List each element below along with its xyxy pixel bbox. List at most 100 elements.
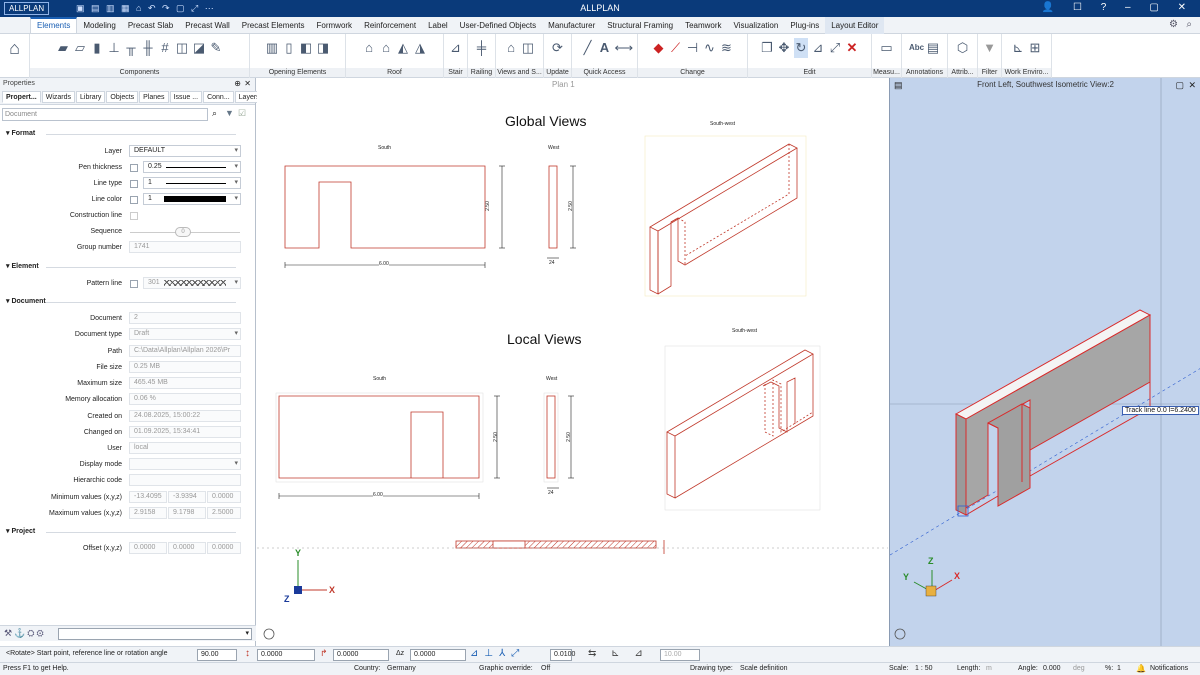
niche-icon[interactable]: ◧: [299, 38, 313, 58]
railing-icon[interactable]: ╪: [475, 38, 489, 58]
rotation-angle-input[interactable]: 90.00: [197, 649, 237, 661]
copy-icon[interactable]: ❐: [760, 38, 774, 58]
tab-visualization[interactable]: Visualization: [728, 17, 785, 34]
track-icons[interactable]: ⇆ ⊾ ⊿: [588, 648, 649, 659]
tab-reinforcement[interactable]: Reinforcement: [358, 17, 422, 34]
bell-icon[interactable]: 🔔: [1136, 663, 1146, 675]
building-icon[interactable]: ⌂: [8, 38, 22, 58]
column-icon[interactable]: ▮: [90, 38, 104, 58]
grid-icon[interactable]: #: [158, 38, 172, 58]
object-filter-input[interactable]: Document: [2, 108, 208, 121]
drawing-svg[interactable]: [257, 78, 888, 646]
tab-properties[interactable]: Propert...: [2, 91, 41, 103]
dimension-icon[interactable]: ⟷: [615, 38, 634, 58]
pen-thickness-select[interactable]: 0.25: [143, 161, 241, 173]
door-icon[interactable]: ▯: [282, 38, 296, 58]
favorites-icon[interactable]: ⚒⚓⛭⚙: [4, 628, 46, 639]
tab-structural-framing[interactable]: Structural Framing: [601, 17, 679, 34]
tab-connect[interactable]: Conn...: [203, 91, 234, 103]
tab-precast-wall[interactable]: Precast Wall: [179, 17, 236, 34]
close-icon[interactable]: ✕: [244, 79, 251, 88]
snap-icons[interactable]: ⊿⊥⅄⤢: [470, 648, 525, 659]
delete-icon[interactable]: ✕: [845, 38, 859, 58]
search-icon[interactable]: ⌕: [212, 108, 217, 119]
update-icon[interactable]: ⟳: [551, 38, 565, 58]
dx-input[interactable]: 0.0000: [257, 649, 315, 661]
line-type-checkbox[interactable]: [130, 180, 138, 188]
notifications-label[interactable]: Notifications: [1150, 663, 1188, 675]
window-controls[interactable]: 👤 ☐ ? – ▢ ✕: [1042, 2, 1194, 13]
tab-precast-slab[interactable]: Precast Slab: [122, 17, 179, 34]
section-document[interactable]: ▾ Document: [6, 297, 235, 305]
section-icon[interactable]: ◫: [521, 38, 535, 58]
filter-icon[interactable]: ▼: [983, 38, 997, 58]
text-abc-icon[interactable]: Abc: [909, 38, 924, 58]
drawing-canvas[interactable]: Plan 1 Global Views Local Views South We…: [257, 78, 888, 646]
measure-icon[interactable]: ▭: [880, 38, 894, 58]
window-icon[interactable]: ▥: [265, 38, 279, 58]
line-icon[interactable]: ╱: [581, 38, 595, 58]
joist-icon[interactable]: ╫: [141, 38, 155, 58]
tab-issue[interactable]: Issue ...: [169, 91, 203, 103]
tab-teamwork[interactable]: Teamwork: [679, 17, 727, 34]
tab-elements[interactable]: Elements: [30, 17, 78, 33]
roof-plane-icon[interactable]: ◭: [396, 38, 410, 58]
pen-thickness-checkbox[interactable]: [130, 164, 138, 172]
tab-layout-editor[interactable]: Layout Editor: [825, 17, 885, 34]
isometric-viewport[interactable]: Front Left, Southwest Isometric View:2 ▤…: [889, 78, 1200, 646]
tab-label[interactable]: Label: [422, 17, 454, 34]
checkbox-icon[interactable]: ☑: [238, 108, 246, 119]
drawing-type-value[interactable]: Scale definition: [740, 663, 787, 675]
length-unit[interactable]: m: [986, 663, 992, 675]
line-type-select[interactable]: 1: [143, 177, 241, 189]
tab-objects[interactable]: Objects: [106, 91, 139, 103]
stair-icon[interactable]: ⊿: [449, 38, 463, 58]
extend-icon[interactable]: ⊣: [686, 38, 700, 58]
country-value[interactable]: Germany: [387, 663, 416, 675]
beam-icon[interactable]: ╥: [124, 38, 138, 58]
modify-icon[interactable]: ✎: [209, 38, 223, 58]
view-icon[interactable]: ⌂: [504, 38, 518, 58]
opening-icon[interactable]: ◫: [175, 38, 189, 58]
distance-input[interactable]: 10.00: [660, 649, 700, 661]
sequence-slider-thumb[interactable]: 0: [175, 227, 191, 237]
roof-cover-icon[interactable]: ◮: [413, 38, 427, 58]
pattern-line-select[interactable]: 301: [143, 277, 241, 289]
dy-input[interactable]: 0.0000: [333, 649, 389, 661]
offset-icon[interactable]: ≋: [720, 38, 734, 58]
graphic-override-value[interactable]: Off: [541, 663, 550, 675]
iso-svg[interactable]: [890, 78, 1200, 646]
favorites-select[interactable]: ▾: [58, 628, 252, 640]
tab-manufacturer[interactable]: Manufacturer: [542, 17, 601, 34]
smartpart-icon[interactable]: ◨: [316, 38, 330, 58]
tab-precast-elements[interactable]: Precast Elements: [236, 17, 311, 34]
pattern-line-checkbox[interactable]: [130, 280, 138, 288]
section-project[interactable]: ▾ Project: [6, 527, 238, 535]
roof-icon[interactable]: ⌂: [362, 38, 376, 58]
layer-select[interactable]: DEFAULT: [129, 145, 241, 157]
text-icon[interactable]: A: [598, 38, 612, 58]
dormer-icon[interactable]: ⌂: [379, 38, 393, 58]
construction-line-checkbox[interactable]: [130, 212, 138, 220]
attribute-icon[interactable]: ⬡: [956, 38, 970, 58]
filter-icon[interactable]: ▼: [225, 108, 234, 118]
section-format[interactable]: ▾ Format: [6, 129, 238, 137]
section-element[interactable]: ▾ Element: [6, 262, 234, 270]
percent-value[interactable]: 1: [1117, 663, 1121, 675]
mirror-icon[interactable]: ⊿: [811, 38, 825, 58]
grid-spacing-input[interactable]: 0.0100: [550, 649, 575, 661]
workspace-icon[interactable]: ⊞: [1028, 38, 1042, 58]
tab-library[interactable]: Library: [76, 91, 106, 103]
tab-wizards[interactable]: Wizards: [41, 91, 76, 103]
scale-value[interactable]: 1 : 50: [915, 663, 933, 675]
settings-icon[interactable]: ⚙: [1169, 19, 1178, 30]
line-color-checkbox[interactable]: [130, 196, 138, 204]
wall-icon[interactable]: ▰: [56, 38, 70, 58]
trim-icon[interactable]: ⟋: [669, 38, 683, 58]
pin-icon[interactable]: ⊕: [234, 79, 241, 88]
angle-value[interactable]: 0.000: [1043, 663, 1061, 675]
scale-icon[interactable]: ⤢: [828, 38, 842, 58]
rotate-icon[interactable]: ↻: [794, 38, 808, 58]
line-color-select[interactable]: 1: [143, 193, 241, 205]
tab-plug-ins[interactable]: Plug-ins: [784, 17, 825, 34]
